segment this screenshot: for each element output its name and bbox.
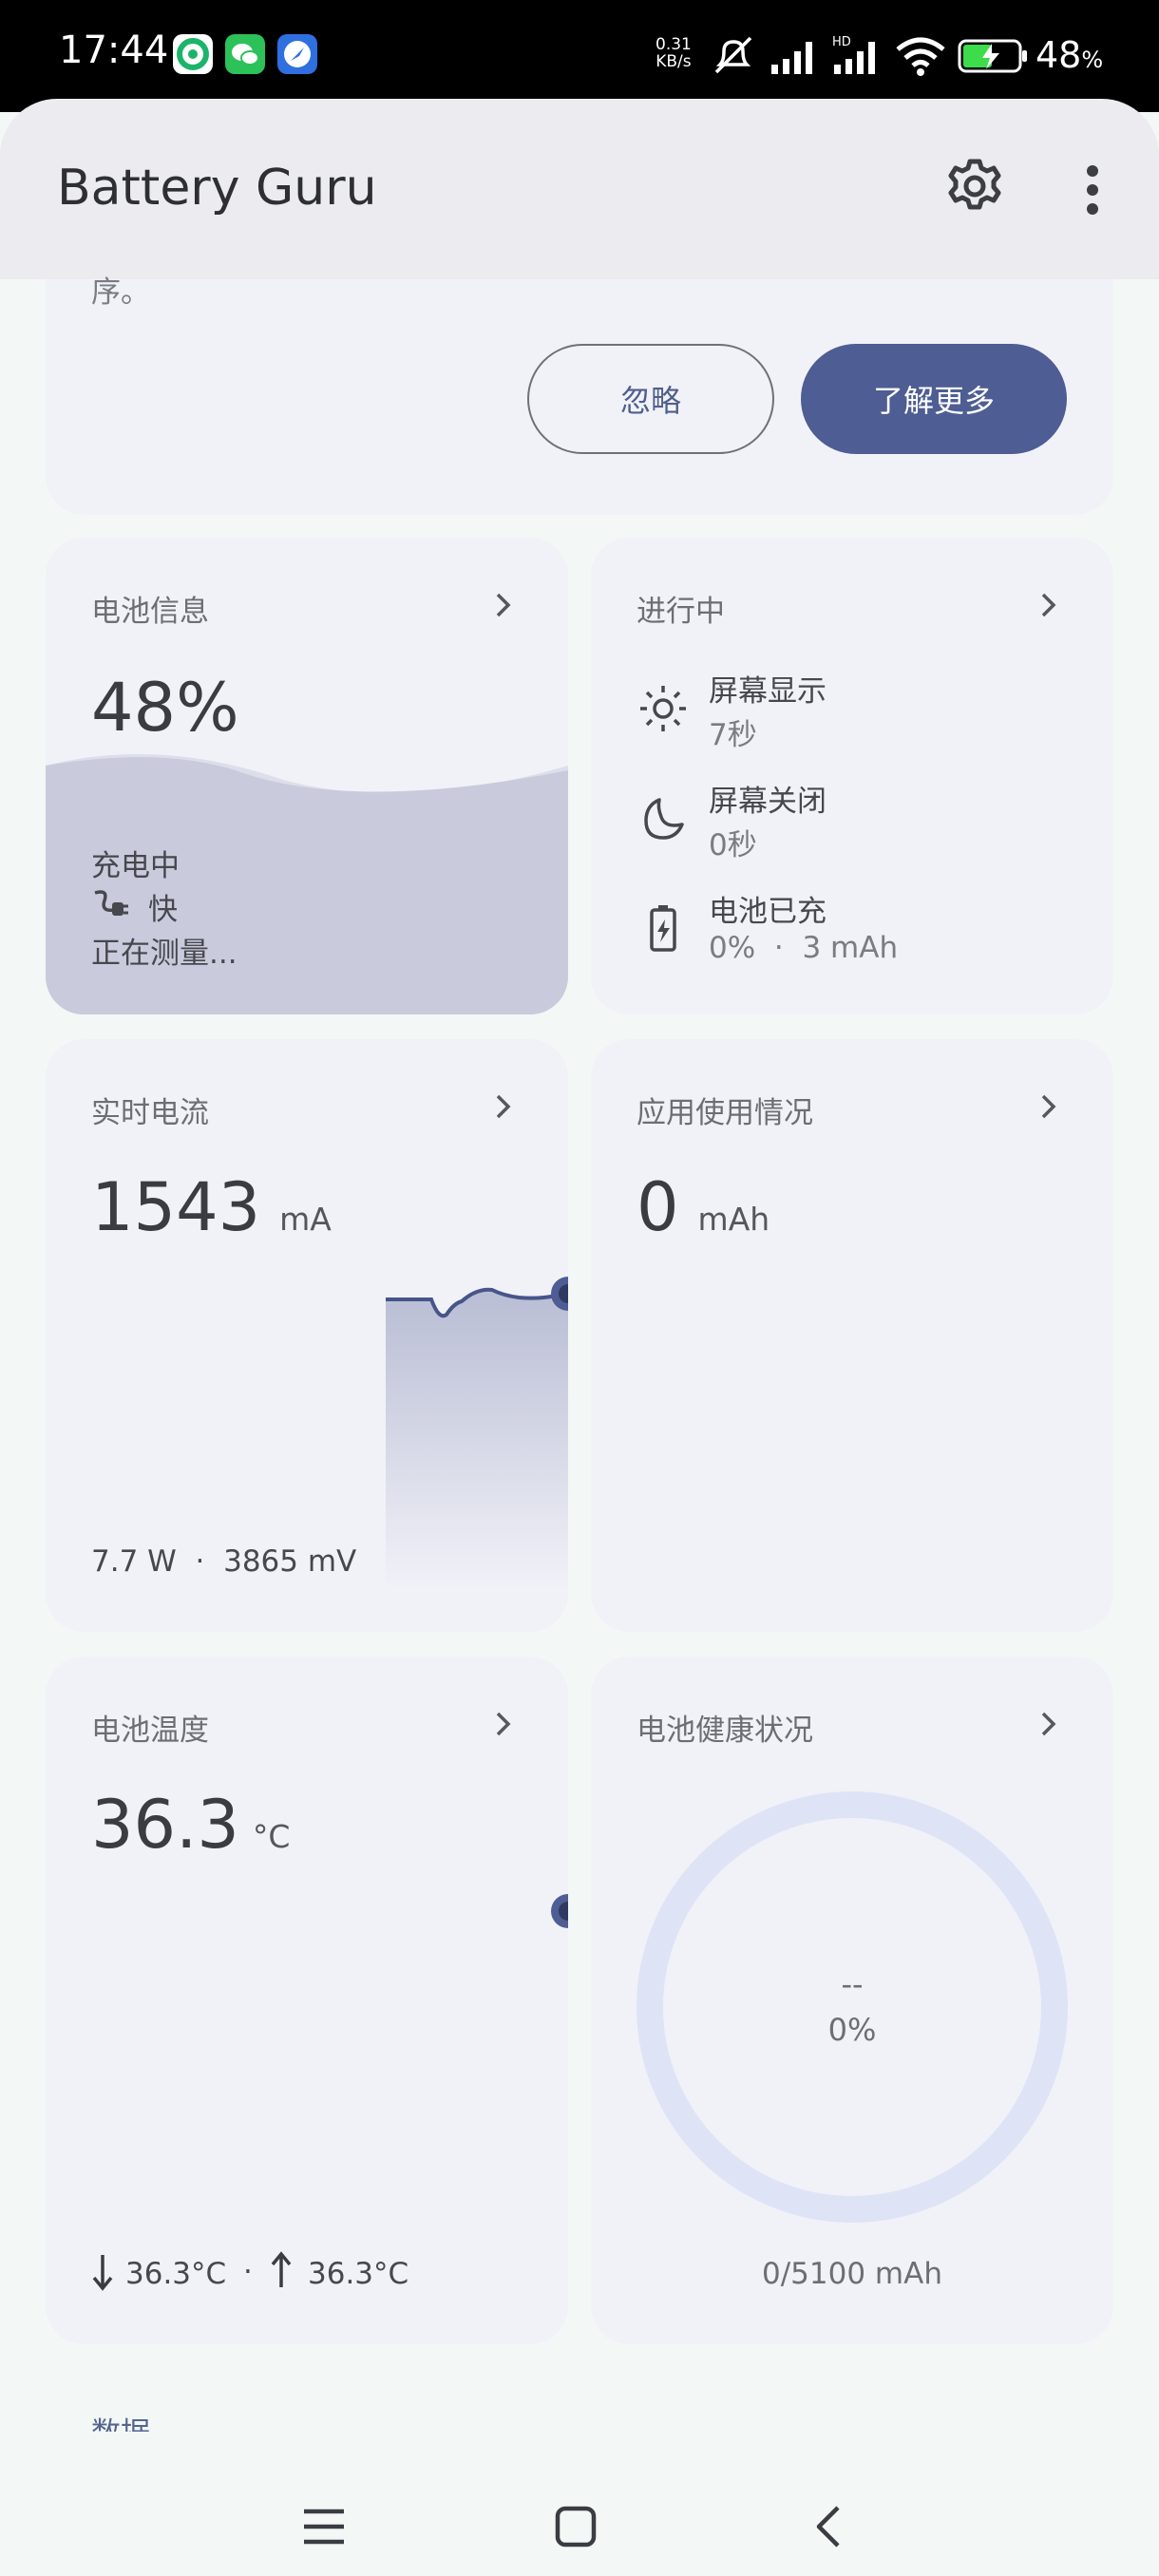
- battery-health-title: 电池健康状况: [636, 1714, 813, 1748]
- temperature-max: 36.3°C: [308, 2257, 409, 2291]
- chevron-right-icon: [1041, 593, 1056, 617]
- arrow-up-icon: [271, 2251, 292, 2287]
- network-speed: 0.31 KB/s: [656, 35, 692, 71]
- wifi-icon: [896, 37, 945, 76]
- charged-values: 0% · 3 mAh: [709, 931, 899, 965]
- realtime-current-card[interactable]: 实时电流 1543 mA 7.7 W · 3865 mV: [46, 1039, 568, 1632]
- measuring-status: 正在测量...: [91, 937, 238, 971]
- health-percent: 0%: [827, 2012, 877, 2048]
- charging-state: 充电中: [91, 849, 180, 883]
- arrow-down-icon: [92, 2255, 113, 2291]
- app-notification-icon: [173, 34, 213, 74]
- home-icon[interactable]: [555, 2506, 597, 2548]
- back-icon[interactable]: [813, 2504, 844, 2549]
- svg-text:HD: HD: [832, 35, 851, 49]
- app-usage-value: 0 mAh: [636, 1168, 770, 1246]
- moon-icon: [644, 798, 684, 840]
- screen-off-value: 0秒: [709, 828, 757, 862]
- battery-charged-icon: [650, 905, 676, 952]
- status-bar: 17:44 0.31 KB/s HD 48%: [0, 0, 1159, 112]
- temperature-min: 36.3°C: [125, 2257, 227, 2291]
- temperature-value: 36.3 °C: [91, 1786, 291, 1864]
- ignore-button[interactable]: 忽略: [527, 344, 774, 454]
- learn-more-button[interactable]: 了解更多: [801, 344, 1067, 454]
- charged-label: 电池已充: [709, 895, 826, 929]
- ongoing-title: 进行中: [636, 595, 725, 629]
- settings-gear-icon[interactable]: [944, 156, 1005, 217]
- charge-speed: 快: [148, 893, 178, 927]
- health-value: --: [841, 1966, 864, 2002]
- temperature-indicator-dot: [551, 1894, 568, 1928]
- battery-health-card[interactable]: 电池健康状况 -- 0% 0/5100 mAh: [591, 1657, 1113, 2344]
- battery-charging-icon: [958, 39, 1027, 73]
- health-ring: [636, 1791, 1068, 2223]
- mute-notifications-icon: [714, 36, 752, 74]
- cellular-hd-signal-icon: HD: [832, 35, 875, 74]
- sun-icon: [640, 686, 686, 731]
- power-voltage: 7.7 W · 3865 mV: [91, 1544, 357, 1579]
- temperature-separator: ·: [243, 2255, 253, 2289]
- battery-percent-value: 48%: [91, 669, 239, 747]
- status-time: 17:44: [59, 28, 169, 72]
- app-title: Battery Guru: [57, 160, 377, 217]
- more-options-icon[interactable]: [1074, 161, 1112, 218]
- chevron-right-icon: [1041, 1094, 1056, 1119]
- battery-info-card[interactable]: 电池信息 48% 充电中 快 正在测量...: [46, 538, 568, 1014]
- current-sparkline: [386, 1277, 568, 1590]
- fast-charge-plug-icon: [94, 890, 128, 916]
- screen-on-label: 屏幕显示: [709, 674, 826, 709]
- screen-on-value: 7秒: [709, 718, 757, 752]
- system-nav-bar: [0, 2432, 1159, 2576]
- battery-percent: 48%: [1036, 34, 1104, 76]
- wechat-icon: [225, 34, 265, 74]
- current-value: 1543 mA: [91, 1168, 332, 1246]
- health-capacity: 0/5100 mAh: [762, 2257, 942, 2291]
- menu-icon[interactable]: [302, 2508, 346, 2546]
- ongoing-card[interactable]: 进行中 屏幕显示 7秒 屏幕关闭 0秒 电池已充 0% · 3 mAh: [591, 538, 1113, 1014]
- app-usage-card[interactable]: 应用使用情况 0 mAh: [591, 1039, 1113, 1632]
- chevron-right-icon: [1041, 1712, 1056, 1736]
- screen-off-label: 屏幕关闭: [709, 785, 826, 819]
- chevron-right-icon: [496, 1712, 511, 1736]
- banner-text: 序。: [91, 275, 150, 310]
- browser-icon: [277, 34, 317, 74]
- battery-temperature-title: 电池温度: [91, 1714, 209, 1748]
- battery-info-title: 电池信息: [91, 595, 209, 629]
- chevron-right-icon: [496, 1094, 511, 1119]
- chevron-right-icon: [496, 593, 511, 617]
- realtime-current-title: 实时电流: [91, 1096, 209, 1130]
- app-usage-title: 应用使用情况: [636, 1096, 813, 1130]
- app-bar: Battery Guru: [0, 99, 1159, 279]
- cellular-signal-icon: [771, 42, 812, 74]
- battery-temperature-card[interactable]: 电池温度 36.3 °C 36.3°C · 36.3°C: [46, 1657, 568, 2344]
